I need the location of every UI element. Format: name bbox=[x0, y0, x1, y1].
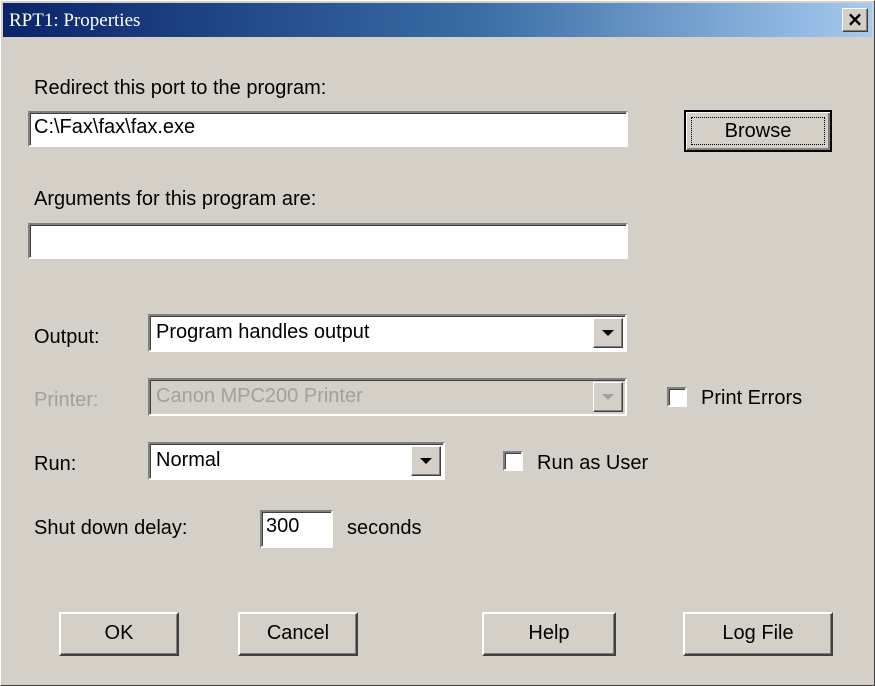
arguments-input[interactable] bbox=[28, 223, 628, 259]
program-path-input[interactable]: C:\Fax\fax\fax.exe bbox=[28, 111, 628, 147]
cancel-button[interactable]: Cancel bbox=[238, 612, 358, 656]
shutdown-delay-input[interactable]: 300 bbox=[260, 510, 333, 548]
run-as-user-label[interactable]: Run as User bbox=[537, 452, 648, 475]
arguments-label: Arguments for this program are: bbox=[34, 188, 317, 210]
output-select[interactable]: Program handles output bbox=[148, 314, 627, 352]
help-button[interactable]: Help bbox=[482, 612, 616, 656]
properties-dialog: RPT1: Properties × Redirect this port to… bbox=[0, 0, 875, 686]
browse-button[interactable]: Browse bbox=[684, 110, 832, 152]
close-icon[interactable]: × bbox=[842, 8, 868, 32]
printer-label: Printer: bbox=[34, 389, 99, 411]
print-errors-label[interactable]: Print Errors bbox=[701, 387, 802, 410]
program-label: Redirect this port to the program: bbox=[34, 77, 327, 99]
seconds-label: seconds bbox=[347, 517, 422, 539]
window-title: RPT1: Properties bbox=[9, 10, 141, 31]
chevron-down-icon[interactable] bbox=[593, 318, 623, 348]
run-label: Run: bbox=[34, 453, 77, 475]
run-as-user-checkbox[interactable] bbox=[503, 451, 523, 471]
output-label: Output: bbox=[34, 326, 100, 348]
browse-button-label: Browse bbox=[724, 120, 792, 142]
chevron-down-icon bbox=[593, 382, 623, 412]
print-errors-checkbox[interactable] bbox=[667, 387, 687, 407]
output-selected-value: Program handles output bbox=[156, 321, 370, 343]
printer-select: Canon MPC200 Printer bbox=[148, 378, 627, 416]
run-selected-value: Normal bbox=[156, 449, 221, 471]
chevron-down-icon[interactable] bbox=[411, 446, 441, 476]
ok-button[interactable]: OK bbox=[59, 612, 179, 656]
title-bar[interactable]: RPT1: Properties × bbox=[3, 3, 872, 37]
run-select[interactable]: Normal bbox=[148, 442, 445, 480]
log-file-button[interactable]: Log File bbox=[683, 612, 833, 656]
shutdown-delay-label: Shut down delay: bbox=[34, 517, 188, 539]
printer-selected-value: Canon MPC200 Printer bbox=[156, 385, 363, 407]
